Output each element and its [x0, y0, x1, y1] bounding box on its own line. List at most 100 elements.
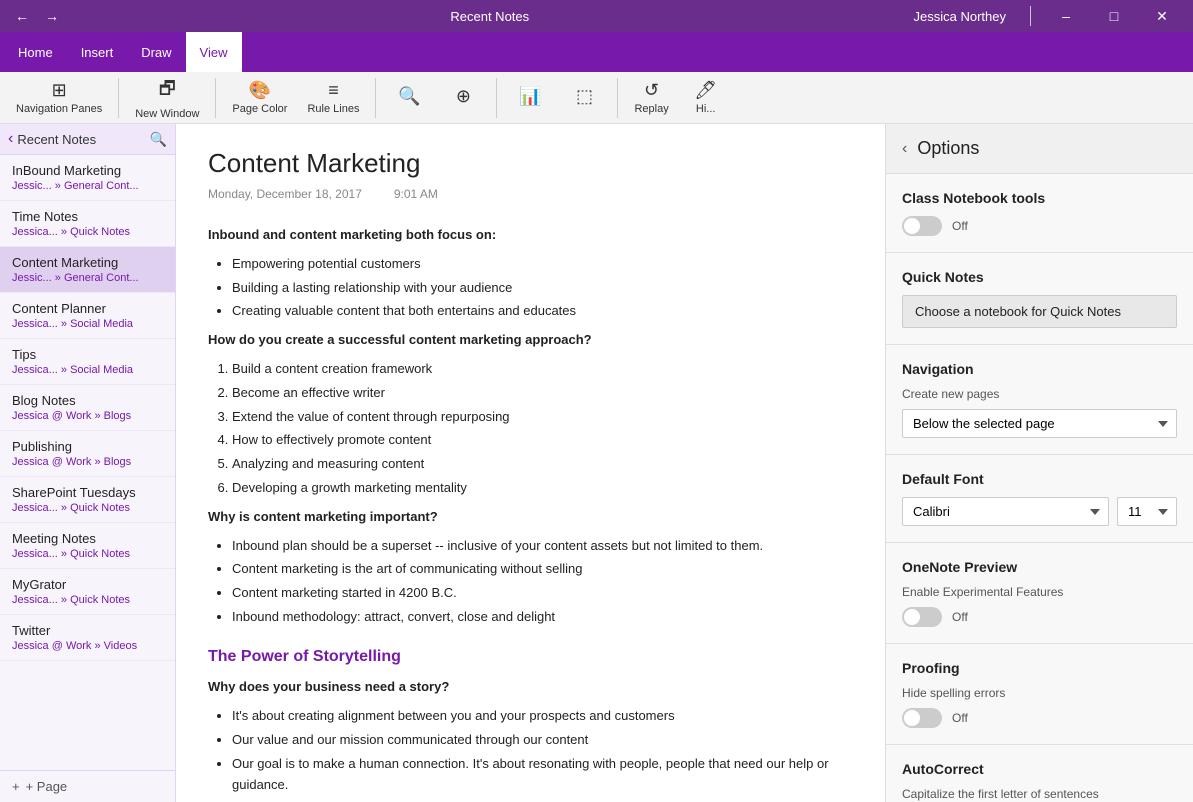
page-color-button[interactable]: 🎨 Page Color — [224, 75, 295, 121]
font-size-dropdown[interactable]: 8 9 10 11 12 14 — [1117, 497, 1177, 526]
page-color-label: Page Color — [232, 103, 287, 115]
forward-button[interactable]: → — [38, 2, 66, 30]
title-bar: ← → Recent Notes Jessica Northey – □ ✕ — [0, 0, 1193, 32]
proofing-title: Proofing — [902, 660, 1177, 676]
list-item: Analyzing and measuring content — [232, 454, 853, 475]
sidebar-item-content-planner[interactable]: Content Planner Jessica... » Social Medi… — [0, 293, 175, 339]
menu-draw[interactable]: Draw — [127, 32, 185, 72]
proofing-toggle-row: Off — [902, 708, 1177, 728]
question3: Why does your business need a story? — [208, 677, 853, 698]
user-name: Jessica Northey — [914, 9, 1006, 24]
list-item: Our value and our mission communicated t… — [232, 730, 853, 751]
page-time: 9:01 AM — [394, 187, 438, 201]
add-page-icon: + — [12, 779, 20, 794]
class-notebook-title: Class Notebook tools — [902, 190, 1177, 206]
list-item: Inbound plan should be a superset -- inc… — [232, 536, 853, 557]
menu-home[interactable]: Home — [4, 32, 67, 72]
sidebar-back-button[interactable]: ‹ — [8, 130, 13, 148]
sidebar-item-title: MyGrator — [12, 577, 163, 592]
zoom-in-button[interactable]: ⊕ — [438, 75, 488, 121]
onenote-preview-toggle[interactable] — [902, 607, 942, 627]
sidebar-item-sub: Jessica... » Social Media — [12, 318, 163, 330]
maximize-button[interactable]: □ — [1091, 0, 1137, 32]
page-title: Content Marketing — [208, 148, 853, 179]
hi-label: Hi... — [696, 103, 716, 115]
question1: How do you create a successful content m… — [208, 330, 853, 351]
menu-insert[interactable]: Insert — [67, 32, 128, 72]
title-separator — [1030, 6, 1031, 26]
default-font-section: Default Font Calibri Arial Times New Rom… — [886, 455, 1193, 543]
hi-button[interactable]: 🖊 Hi... — [681, 75, 731, 121]
rule-lines-button[interactable]: ≡ Rule Lines — [299, 75, 367, 121]
page-view-icon: 📊 — [519, 86, 541, 107]
sidebar-item-sub: Jessic... » General Cont... — [12, 272, 163, 284]
page-content: Inbound and content marketing both focus… — [208, 225, 853, 802]
list-item: Become an effective writer — [232, 383, 853, 404]
proofing-toggle-label: Off — [952, 711, 968, 725]
question2: Why is content marketing important? — [208, 507, 853, 528]
choose-notebook-button[interactable]: Choose a notebook for Quick Notes — [902, 295, 1177, 328]
navigation-dropdown[interactable]: Below the selected page At end of sectio… — [902, 409, 1177, 438]
list-item: Developing a growth marketing mentality — [232, 478, 853, 499]
list-item: Inbound methodology: attract, convert, c… — [232, 607, 853, 628]
sidebar-item-tips[interactable]: Tips Jessica... » Social Media — [0, 339, 175, 385]
sidebar-item-sub: Jessica... » Quick Notes — [12, 548, 163, 560]
font-family-dropdown[interactable]: Calibri Arial Times New Roman Verdana — [902, 497, 1109, 526]
minimize-button[interactable]: – — [1043, 0, 1089, 32]
sidebar-item-sub: Jessica... » Social Media — [12, 364, 163, 376]
ribbon: ⊞ Navigation Panes 🗗 New Window 🎨 Page C… — [0, 72, 1193, 124]
list-item: How to effectively promote content — [232, 430, 853, 451]
sidebar-item-title: Content Planner — [12, 301, 163, 316]
back-button[interactable]: ← — [8, 2, 36, 30]
class-notebook-toggle[interactable] — [902, 216, 942, 236]
sidebar: ‹ Recent Notes 🔍 InBound Marketing Jessi… — [0, 124, 176, 802]
sidebar-item-inbound-marketing[interactable]: InBound Marketing Jessic... » General Co… — [0, 155, 175, 201]
sidebar-item-blog-notes[interactable]: Blog Notes Jessica @ Work » Blogs — [0, 385, 175, 431]
intro-text: Inbound and content marketing both focus… — [208, 225, 853, 246]
sidebar-item-publishing[interactable]: Publishing Jessica @ Work » Blogs — [0, 431, 175, 477]
ribbon-divider-1 — [118, 78, 119, 118]
sidebar-item-twitter[interactable]: Twitter Jessica @ Work » Videos — [0, 615, 175, 661]
replay-icon: ↺ — [644, 80, 659, 101]
bullet-list-2: Inbound plan should be a superset -- inc… — [232, 536, 853, 628]
sidebar-item-sub: Jessica @ Work » Blogs — [12, 410, 163, 422]
close-button[interactable]: ✕ — [1139, 0, 1185, 32]
add-page-button[interactable]: + + Page — [0, 770, 175, 802]
sidebar-item-content-marketing[interactable]: Content Marketing Jessic... » General Co… — [0, 247, 175, 293]
sidebar-item-sharepoint-tuesdays[interactable]: SharePoint Tuesdays Jessica... » Quick N… — [0, 477, 175, 523]
list-item: Building a lasting relationship with you… — [232, 278, 853, 299]
reading-view-icon: ⬚ — [576, 86, 593, 107]
ribbon-divider-3 — [375, 78, 376, 118]
menu-view[interactable]: View — [186, 32, 242, 72]
ordered-list: Build a content creation framework Becom… — [232, 359, 853, 499]
sidebar-item-mygrator[interactable]: MyGrator Jessica... » Quick Notes — [0, 569, 175, 615]
page-color-icon: 🎨 — [249, 80, 271, 101]
class-notebook-toggle-label: Off — [952, 219, 968, 233]
reading-view-button[interactable]: ⬚ — [559, 75, 609, 121]
menu-bar: Home Insert Draw View — [0, 32, 1193, 72]
options-back-button[interactable]: ‹ — [902, 140, 907, 158]
new-window-button[interactable]: 🗗 New Window — [127, 75, 207, 121]
proofing-sub: Hide spelling errors — [902, 686, 1177, 700]
onenote-preview-section: OneNote Preview Enable Experimental Feat… — [886, 543, 1193, 644]
ribbon-divider-5 — [617, 78, 618, 118]
quick-notes-section: Quick Notes Choose a notebook for Quick … — [886, 253, 1193, 345]
autocorrect-sub: Capitalize the first letter of sentences — [902, 787, 1177, 801]
sidebar-item-sub: Jessic... » General Cont... — [12, 180, 163, 192]
list-item: Empowering potential customers — [232, 254, 853, 275]
navigation-panes-icon: ⊞ — [52, 80, 67, 101]
sidebar-item-meeting-notes[interactable]: Meeting Notes Jessica... » Quick Notes — [0, 523, 175, 569]
hi-icon: 🖊 — [694, 80, 717, 101]
page-view-button[interactable]: 📊 — [505, 75, 555, 121]
navigation-panes-button[interactable]: ⊞ Navigation Panes — [8, 75, 110, 121]
replay-button[interactable]: ↺ Replay — [626, 75, 676, 121]
add-page-label: + Page — [26, 779, 68, 794]
proofing-toggle[interactable] — [902, 708, 942, 728]
sidebar-item-sub: Jessica @ Work » Videos — [12, 640, 163, 652]
sidebar-search-button[interactable]: 🔍 — [150, 131, 167, 148]
options-panel: ‹ Options Class Notebook tools Off Quick… — [885, 124, 1193, 802]
zoom-out-button[interactable]: 🔍 — [384, 75, 434, 121]
replay-label: Replay — [634, 103, 668, 115]
navigation-panes-label: Navigation Panes — [16, 103, 102, 115]
sidebar-item-time-notes[interactable]: Time Notes Jessica... » Quick Notes — [0, 201, 175, 247]
